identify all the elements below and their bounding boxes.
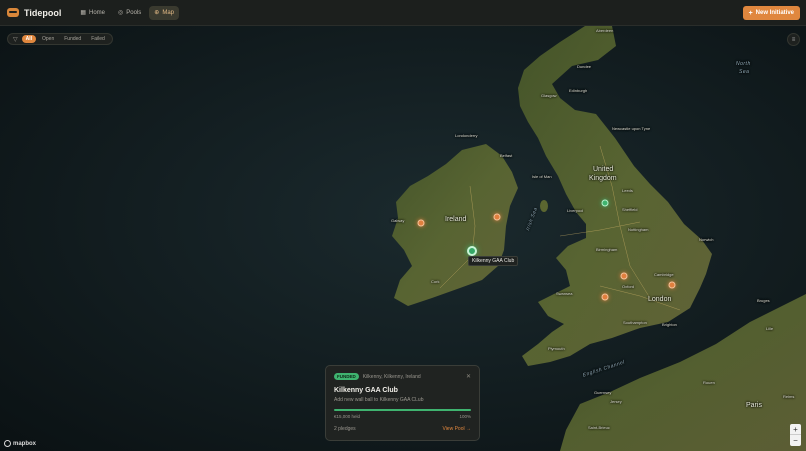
- marker-open[interactable]: [668, 281, 676, 289]
- filter-all[interactable]: All: [21, 35, 37, 43]
- place-label: Edinburgh: [569, 88, 588, 93]
- pool-description: Add new wall ball to Kilkenny GAA CLub: [334, 397, 424, 403]
- pools-icon: ◎: [118, 10, 124, 16]
- place-label: Leeds: [622, 188, 633, 193]
- place-label: Brighton: [662, 322, 677, 327]
- mapbox-attribution[interactable]: mapbox: [4, 440, 36, 447]
- main-nav: ▦ Home ◎ Pools ⊕ Map: [75, 5, 179, 20]
- place-label: Oxford: [622, 284, 635, 289]
- marker-open[interactable]: [620, 272, 628, 280]
- nav-home-label: Home: [89, 9, 106, 16]
- place-label: Bruges: [757, 298, 770, 303]
- view-pool-link[interactable]: View Pool →: [442, 426, 471, 432]
- close-icon[interactable]: ✕: [466, 373, 471, 380]
- funding-progress-fill: [334, 409, 471, 411]
- top-bar: Tidepool ▦ Home ◎ Pools ⊕ Map + New Init…: [0, 0, 806, 26]
- place-label: Cork: [431, 279, 440, 284]
- place-label: Nottingham: [628, 227, 649, 232]
- app-name: Tidepool: [24, 7, 62, 18]
- marker-tooltip: Kilkenny GAA Club: [468, 256, 519, 266]
- attribution-text: mapbox: [13, 440, 37, 447]
- place-label: Liverpool: [567, 208, 584, 213]
- country-label: United: [593, 166, 614, 173]
- pool-title: Kilkenny GAA Club: [334, 387, 398, 394]
- filter-icon: ▽: [13, 36, 18, 43]
- status-filter-bar: ▽ All Open Funded Failed: [7, 33, 113, 45]
- sea-label: Sea: [739, 69, 750, 75]
- filter-failed[interactable]: Failed: [87, 35, 109, 43]
- place-label: Norwich: [699, 237, 714, 242]
- place-label: Glasgow: [541, 93, 557, 98]
- place-label: Jersey: [610, 399, 622, 404]
- nav-map-label: Map: [162, 9, 174, 16]
- new-initiative-label: New Initiative: [755, 10, 794, 16]
- brand[interactable]: Tidepool: [7, 0, 61, 26]
- amount-held: €15,000 held: [334, 414, 361, 419]
- tidepool-logo-icon: [7, 8, 19, 17]
- place-label: Reims: [783, 394, 795, 399]
- new-initiative-button[interactable]: + New Initiative: [742, 6, 800, 20]
- place-label: London: [648, 296, 672, 303]
- layers-menu-button[interactable]: ≡: [787, 33, 800, 46]
- marker-funded[interactable]: [601, 199, 609, 207]
- nav-map[interactable]: ⊕ Map: [149, 5, 179, 20]
- place-label: Paris: [746, 402, 762, 409]
- place-label: Belfast: [500, 153, 513, 158]
- country-label: Ireland: [445, 216, 467, 223]
- zoom-out-button[interactable]: −: [790, 435, 801, 446]
- place-label: Lille: [766, 326, 774, 331]
- sea-label: North: [736, 61, 751, 67]
- place-label: Londonderry: [455, 133, 478, 138]
- place-label: Sheffield: [622, 207, 638, 212]
- place-label: Isle of Man: [532, 174, 552, 179]
- place-label: Dundee: [577, 64, 592, 69]
- zoom-in-button[interactable]: +: [790, 424, 801, 435]
- place-label: Cambridge: [654, 272, 674, 277]
- place-label: Saint-Brieuc: [588, 425, 610, 430]
- percent-funded: 100%: [459, 414, 471, 419]
- home-icon: ▦: [80, 10, 87, 16]
- place-label: Newcastle upon Tyne: [612, 126, 651, 131]
- country-label: Kingdom: [589, 175, 617, 182]
- marker-kilkenny-gaa-club[interactable]: [467, 246, 477, 256]
- status-badge: FUNDED: [334, 373, 359, 380]
- funding-row: €15,000 held 100%: [334, 414, 471, 419]
- place-label: Rouen: [703, 380, 715, 385]
- plus-icon: +: [748, 9, 753, 17]
- pledges-row: 2 pledges View Pool →: [334, 426, 471, 432]
- nav-home[interactable]: ▦ Home: [75, 6, 110, 20]
- zoom-controls: + −: [790, 424, 801, 446]
- pool-popup-card: FUNDED Kilkenny, Kilkenny, Ireland ✕ Kil…: [325, 365, 480, 441]
- nav-pools[interactable]: ◎ Pools: [113, 6, 146, 20]
- mapbox-logo-icon: [4, 440, 11, 447]
- globe-icon: ⊕: [154, 10, 160, 16]
- filter-funded[interactable]: Funded: [60, 35, 85, 43]
- marker-open[interactable]: [493, 213, 501, 221]
- filter-open[interactable]: Open: [38, 35, 58, 43]
- place-label: Southampton: [623, 320, 647, 325]
- place-label: Galway: [391, 218, 405, 223]
- marker-open[interactable]: [601, 293, 609, 301]
- place-label: Aberdeen: [596, 28, 614, 33]
- place-label: Birmingham: [596, 247, 618, 252]
- place-label: Swansea: [556, 291, 573, 296]
- menu-icon: ≡: [791, 36, 796, 43]
- funding-progress-bar: [334, 409, 471, 411]
- pool-location: Kilkenny, Kilkenny, Ireland: [362, 373, 421, 380]
- place-label: Plymouth: [548, 346, 565, 351]
- nav-pools-label: Pools: [126, 9, 142, 16]
- place-label: Guernsey: [594, 390, 612, 395]
- marker-open[interactable]: [417, 219, 425, 227]
- pledge-count: 2 pledges: [334, 426, 356, 432]
- popup-header: FUNDED Kilkenny, Kilkenny, Ireland: [334, 373, 471, 380]
